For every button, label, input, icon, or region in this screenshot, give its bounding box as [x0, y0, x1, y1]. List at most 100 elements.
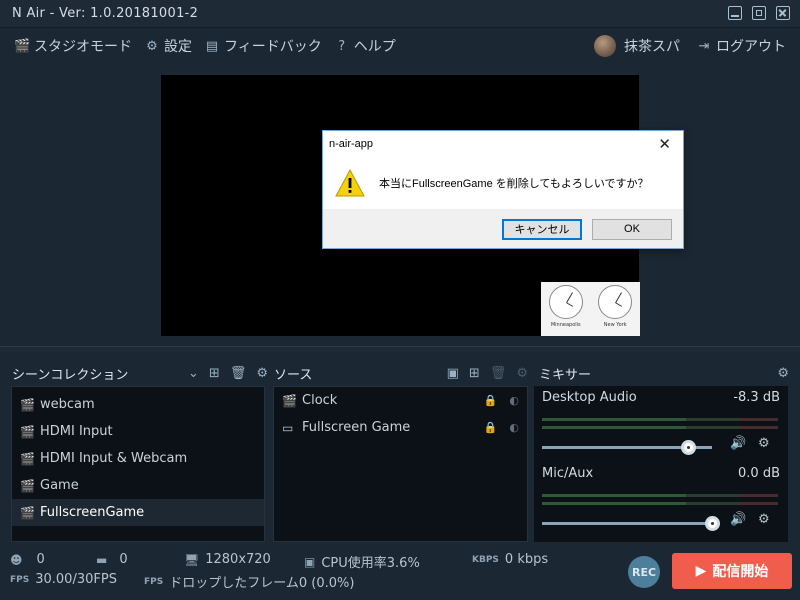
- gear-icon[interactable]: ⚙: [777, 366, 789, 381]
- help-icon: ?: [338, 38, 346, 54]
- scene-item[interactable]: 🎬 HDMI Input: [12, 418, 264, 445]
- scene-item-selected[interactable]: 🎬 FullscreenGame: [12, 499, 264, 526]
- clapper-icon: 🎬: [20, 424, 35, 439]
- channel-level: -8.3 dB: [733, 390, 780, 405]
- user-profile[interactable]: 抹茶スパ: [594, 35, 680, 57]
- scenes-list: 🎬 webcam 🎬 HDMI Input 🎬 HDMI Input & Webcam…: [11, 386, 265, 542]
- add-folder-icon[interactable]: ▣: [447, 366, 459, 381]
- settings-label: 設定: [164, 39, 192, 55]
- bitrate-value: 0 kbps: [504, 552, 549, 567]
- studio-mode-button[interactable]: 🎬 スタジオモード: [14, 36, 132, 56]
- game-capture-icon: ▭: [282, 420, 294, 435]
- cancel-button[interactable]: キャンセル: [502, 218, 582, 240]
- feedback-button[interactable]: ▤ フィードバック: [204, 36, 322, 56]
- avatar: [594, 35, 616, 57]
- source-label: Fullscreen Game: [302, 420, 411, 435]
- audio-meter: [542, 418, 778, 421]
- channel-level: 0.0 dB: [738, 466, 780, 481]
- source-item[interactable]: 🎬 Clock 🔒 ◐: [274, 387, 527, 414]
- window-controls: [728, 6, 790, 20]
- viewer-icon: ☻: [10, 552, 23, 567]
- chevron-down-icon[interactable]: ⌄: [188, 366, 199, 381]
- scene-label: HDMI Input & Webcam: [40, 451, 188, 466]
- mixer-panel: Desktop Audio -8.3 dB 🔊 ⚙ Mic/Aux 0.0 dB 🔊…: [534, 386, 788, 542]
- add-source-icon[interactable]: ⊞: [469, 366, 480, 381]
- feedback-label: フィードバック: [224, 39, 322, 55]
- fps-value: 30.00/30FPS: [35, 572, 117, 587]
- clock-source-preview: Minneapolis New York: [541, 282, 640, 336]
- resolution-value: 1280x720: [205, 552, 271, 567]
- scene-item[interactable]: 🎬 webcam: [12, 391, 264, 418]
- gear-icon[interactable]: ⚙: [256, 366, 268, 381]
- ok-button[interactable]: OK: [592, 218, 672, 240]
- monitor-icon: 🖥: [184, 552, 200, 567]
- dialog-message: 本当にFullscreenGame を削除してもよろしいですか？: [379, 178, 649, 190]
- camera-icon: ▶: [695, 563, 707, 579]
- go-live-label: 配信開始: [712, 564, 769, 580]
- speaker-icon[interactable]: 🔊: [730, 512, 746, 527]
- add-scene-icon[interactable]: ⊞: [209, 366, 220, 381]
- panel-resize-handle[interactable]: [0, 346, 800, 352]
- help-button[interactable]: ? ヘルプ: [334, 36, 395, 56]
- scene-label: webcam: [40, 397, 95, 412]
- volume-slider[interactable]: [542, 440, 712, 455]
- dropped-frames-value: ドロップしたフレーム0 (0.0%): [169, 576, 355, 591]
- speaker-icon[interactable]: 🔊: [730, 436, 746, 451]
- go-live-button[interactable]: ▶ 配信開始: [672, 553, 792, 589]
- viewers-value: 0: [36, 552, 45, 567]
- dialog-title: n-air-app: [329, 138, 374, 150]
- clapper-icon: 🎬: [20, 505, 35, 520]
- visibility-icon[interactable]: ◐: [509, 394, 519, 407]
- clock-face-icon: [548, 285, 583, 319]
- kbps-icon: KBPS: [472, 554, 499, 565]
- minimize-icon[interactable]: [728, 6, 742, 20]
- gear-icon[interactable]: ⚙: [516, 366, 528, 381]
- mixer-title: ミキサー: [539, 367, 592, 383]
- clock-face-icon: [598, 285, 633, 319]
- logout-button[interactable]: ⇥ ログアウト: [696, 36, 786, 56]
- clapper-icon: 🎬: [20, 397, 35, 412]
- volume-slider-handle[interactable]: [705, 516, 720, 531]
- dialog-title-bar: n-air-app: [323, 131, 683, 157]
- cpu-icon: ▣: [304, 554, 316, 569]
- lock-icon[interactable]: 🔒: [484, 394, 498, 407]
- scene-label: HDMI Input: [40, 424, 113, 439]
- gear-icon[interactable]: ⚙: [758, 512, 770, 527]
- close-window-icon[interactable]: [776, 6, 790, 20]
- scene-item[interactable]: 🎬 HDMI Input & Webcam: [12, 445, 264, 472]
- audio-meter: [542, 502, 778, 505]
- gear-icon[interactable]: ⚙: [758, 436, 770, 451]
- trash-icon[interactable]: 🗑: [230, 366, 247, 381]
- settings-button[interactable]: ⚙ 設定: [144, 36, 192, 56]
- sources-list: 🎬 Clock 🔒 ◐ ▭ Fullscreen Game 🔒 ◐: [273, 386, 528, 542]
- clapper-icon: 🎬: [20, 451, 35, 466]
- logout-label: ログアウト: [716, 39, 786, 55]
- mixer-channel-mic-aux: Mic/Aux 0.0 dB 🔊 ⚙: [534, 462, 788, 538]
- volume-slider[interactable]: [542, 516, 720, 531]
- username: 抹茶スパ: [624, 39, 680, 55]
- maximize-icon[interactable]: [752, 6, 766, 20]
- scene-label: FullscreenGame: [40, 505, 145, 520]
- clapper-icon: 🎬: [282, 393, 297, 408]
- source-item[interactable]: ▭ Fullscreen Game 🔒 ◐: [274, 414, 527, 441]
- volume-slider-handle[interactable]: [681, 440, 697, 455]
- comments-stat: ▬ 0: [96, 552, 128, 567]
- close-icon[interactable]: ✕: [658, 135, 671, 153]
- scene-item[interactable]: 🎬 Game: [12, 472, 264, 499]
- window-title: N Air - Ver: 1.0.20181001-2: [12, 6, 199, 21]
- gear-icon: ⚙: [146, 38, 158, 54]
- dropped-frames-stat: FPS ドロップしたフレーム0 (0.0%): [144, 572, 354, 591]
- audio-meter: [542, 426, 778, 429]
- trash-icon[interactable]: 🗑: [490, 366, 507, 381]
- lock-icon[interactable]: 🔒: [484, 421, 498, 434]
- viewers-stat: ☻ 0: [10, 552, 45, 567]
- fps-icon: FPS: [10, 574, 30, 585]
- cpu-stat: ▣ CPU使用率3.6%: [304, 552, 420, 572]
- rec-button[interactable]: REC: [628, 556, 660, 588]
- visibility-icon[interactable]: ◐: [509, 421, 519, 434]
- sources-title: ソース: [274, 367, 313, 383]
- scene-label: Game: [40, 478, 79, 493]
- dropped-frames-icon: FPS: [144, 576, 164, 587]
- warning-icon: [335, 169, 365, 197]
- resolution-stat: 🖥 1280x720: [184, 552, 271, 567]
